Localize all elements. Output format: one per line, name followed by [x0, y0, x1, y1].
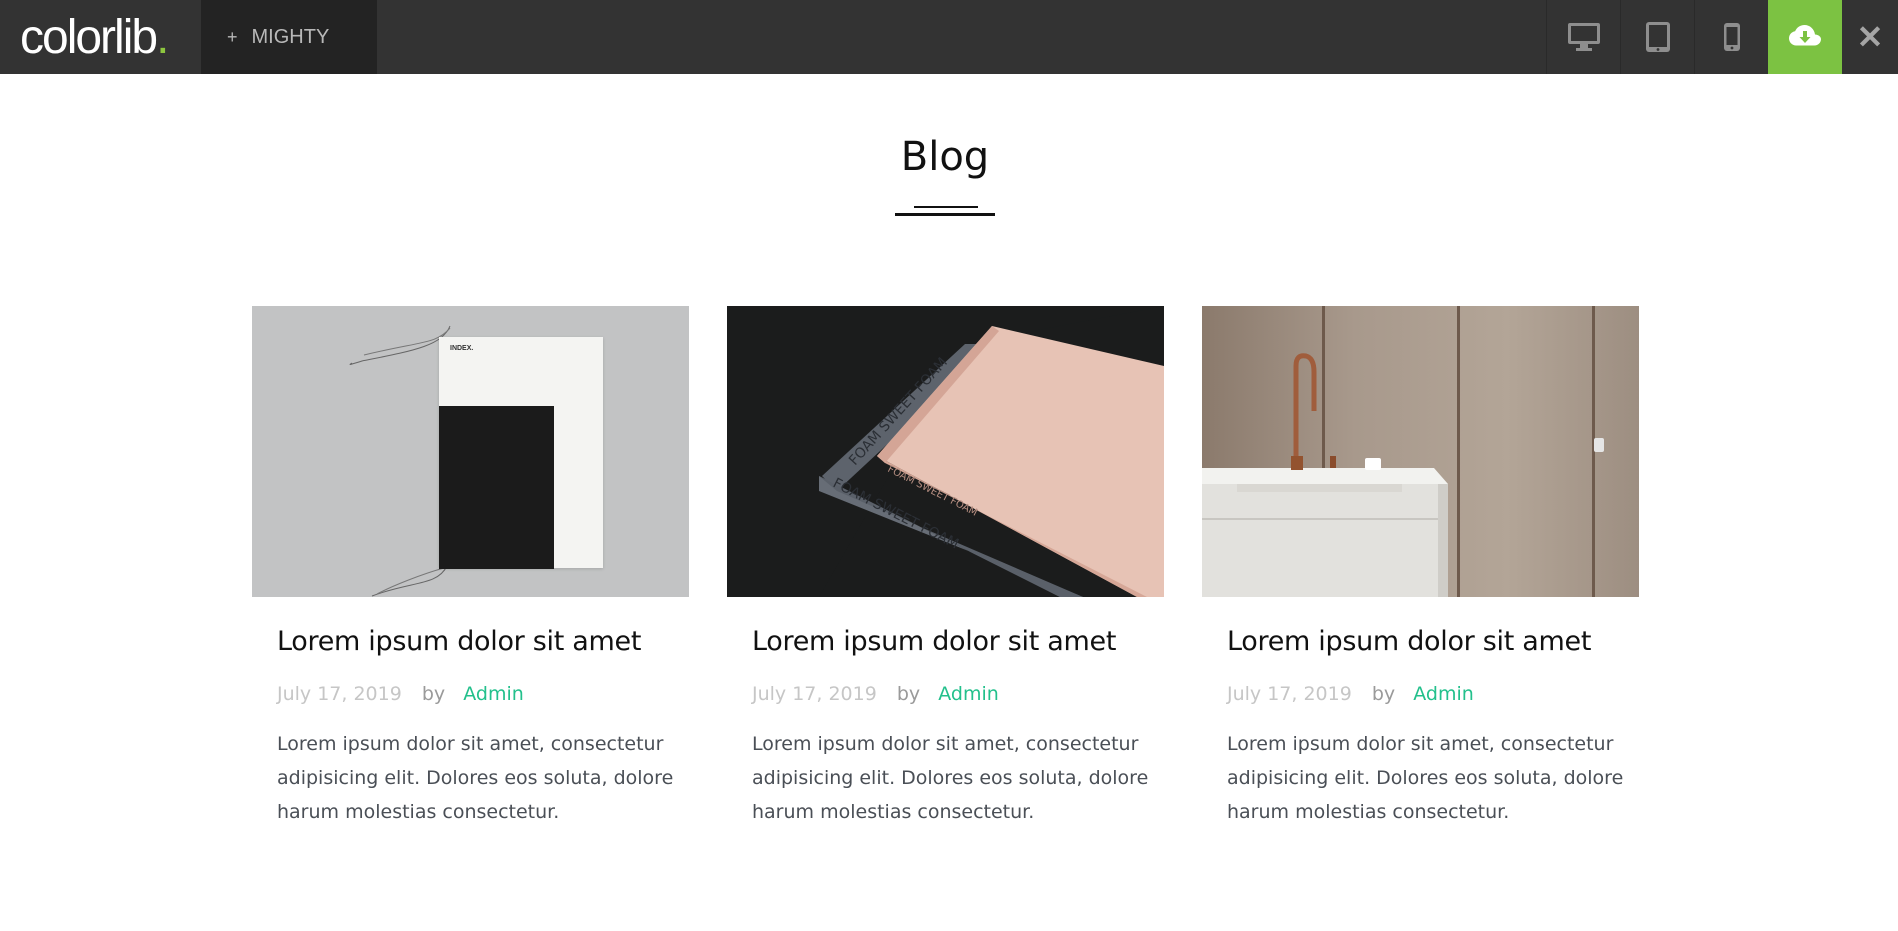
- blog-card: FOAM SWEET FOAM FOAM SWEET FOAM FOAM SWE…: [727, 306, 1164, 829]
- tablet-view-button[interactable]: [1620, 0, 1694, 74]
- post-date: July 17, 2019: [1227, 683, 1352, 705]
- books-illustration: FOAM SWEET FOAM FOAM SWEET FOAM FOAM SWE…: [819, 306, 1164, 597]
- sink-illustration: [1202, 306, 1604, 597]
- blog-image-sink[interactable]: [1202, 306, 1639, 597]
- top-toolbar: colorlib. + MIGHTY ✕: [0, 0, 1898, 74]
- post-by-label: by: [421, 683, 446, 705]
- download-button[interactable]: [1768, 0, 1842, 74]
- post-author-link[interactable]: Admin: [463, 683, 524, 705]
- logo-text: colorlib: [20, 10, 158, 64]
- post-by-label: by: [1371, 683, 1396, 705]
- cloud-download-icon: [1789, 25, 1821, 46]
- post-author-link[interactable]: Admin: [938, 683, 999, 705]
- post-title[interactable]: Lorem ipsum dolor sit amet: [1202, 626, 1639, 657]
- close-button[interactable]: ✕: [1842, 0, 1898, 74]
- desktop-icon: [1567, 23, 1600, 51]
- post-excerpt: Lorem ipsum dolor sit amet, consectetur …: [752, 733, 1149, 823]
- blog-image-notebook[interactable]: INDEX.: [252, 306, 689, 597]
- close-icon: ✕: [1856, 19, 1884, 55]
- post-meta: July 17, 2019 by Admin: [1202, 683, 1639, 705]
- blog-card: Lorem ipsum dolor sit amet July 17, 2019…: [1202, 306, 1639, 829]
- tablet-icon: [1645, 22, 1670, 52]
- mobile-view-button[interactable]: [1694, 0, 1768, 74]
- post-meta: July 17, 2019 by Admin: [727, 683, 1164, 705]
- post-author-link[interactable]: Admin: [1413, 683, 1474, 705]
- title-underline-short: [914, 206, 978, 208]
- logo-dot: .: [156, 10, 169, 64]
- post-by-label: by: [896, 683, 921, 705]
- booklet-index-label: INDEX.: [450, 345, 474, 352]
- section-title: Blog: [900, 134, 990, 180]
- post-meta: July 17, 2019 by Admin: [252, 683, 689, 705]
- post-title[interactable]: Lorem ipsum dolor sit amet: [252, 626, 689, 657]
- theme-selector-button[interactable]: + MIGHTY: [201, 0, 377, 74]
- blog-card: INDEX. Lorem ipsum dolor sit amet July 1…: [252, 306, 689, 829]
- mobile-icon: [1723, 23, 1740, 51]
- post-excerpt: Lorem ipsum dolor sit amet, consectetur …: [1227, 733, 1624, 823]
- plus-icon: +: [227, 26, 238, 47]
- black-booklet: [439, 406, 554, 569]
- post-date: July 17, 2019: [752, 683, 877, 705]
- colorlib-logo[interactable]: colorlib.: [0, 0, 201, 74]
- desktop-view-button[interactable]: [1546, 0, 1620, 74]
- post-title[interactable]: Lorem ipsum dolor sit amet: [727, 626, 1164, 657]
- post-date: July 17, 2019: [277, 683, 402, 705]
- blog-image-books[interactable]: FOAM SWEET FOAM FOAM SWEET FOAM FOAM SWE…: [727, 306, 1164, 597]
- theme-name: MIGHTY: [251, 25, 330, 48]
- post-excerpt: Lorem ipsum dolor sit amet, consectetur …: [277, 733, 674, 823]
- title-underline-long: [895, 213, 995, 216]
